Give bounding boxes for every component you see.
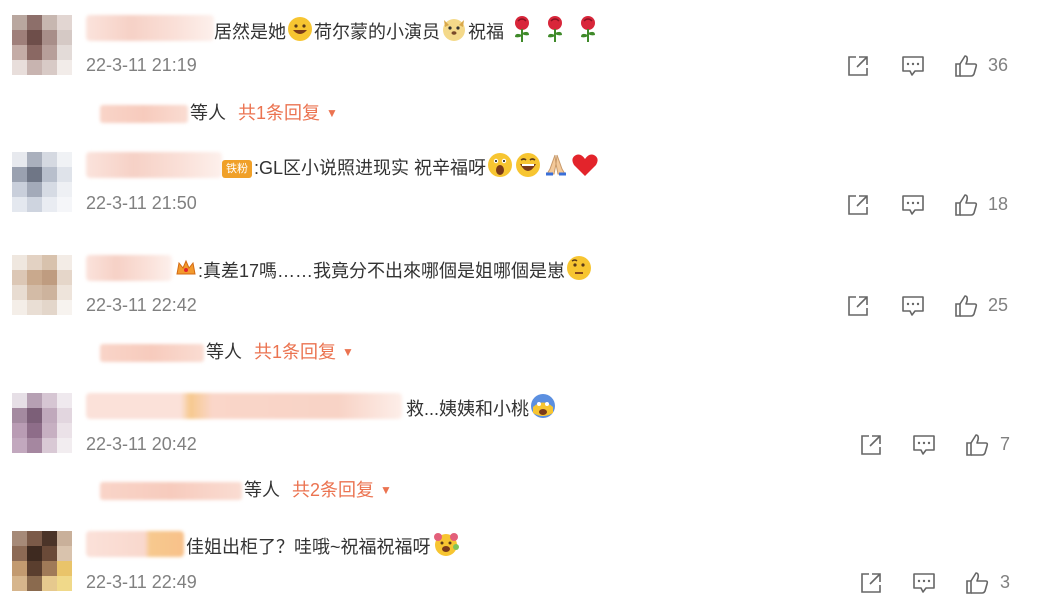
like-icon[interactable] xyxy=(953,192,979,218)
share-icon[interactable] xyxy=(845,53,871,79)
comment-icon[interactable] xyxy=(900,53,926,79)
reply-by-label: 等人 xyxy=(244,480,280,500)
share-icon[interactable] xyxy=(858,570,884,596)
avatar[interactable] xyxy=(12,393,72,453)
comment-icon[interactable] xyxy=(900,192,926,218)
scared-face-emoji xyxy=(530,393,556,427)
like-icon[interactable] xyxy=(953,53,979,79)
like-count: 25 xyxy=(988,295,1009,315)
like-icon[interactable] xyxy=(964,570,990,596)
heart-emoji xyxy=(571,152,599,186)
username[interactable] xyxy=(86,15,214,41)
flower-face-emoji xyxy=(432,531,460,565)
username[interactable] xyxy=(86,393,402,419)
comment-text: 铁粉:GL区小说照进现实 祝辛福呀 xyxy=(222,152,600,180)
reply-by-label: 等人 xyxy=(206,342,242,362)
share-icon[interactable] xyxy=(845,293,871,319)
like-count: 3 xyxy=(1000,572,1011,592)
avatar[interactable] xyxy=(12,15,72,75)
share-icon[interactable] xyxy=(845,192,871,218)
pray-hands-emoji xyxy=(543,152,569,186)
comment-text: 救...姨姨和小桃 xyxy=(406,393,557,421)
reply-count-label: 共1条回复 xyxy=(238,103,321,123)
username[interactable] xyxy=(86,255,172,281)
username[interactable] xyxy=(86,152,222,178)
comment-text-part: 佳姐出柜了？哇哦~祝福祝福呀 xyxy=(186,536,431,557)
reply-summary: 等人 共1条回复 ▼ xyxy=(100,339,354,365)
dropdown-arrow-icon: ▼ xyxy=(380,483,392,497)
shocked-face-emoji xyxy=(487,152,513,186)
reply-count-label: 共2条回复 xyxy=(292,480,375,500)
like-count: 18 xyxy=(988,194,1009,214)
timestamp: 22-3-11 20:42 xyxy=(86,434,197,454)
username[interactable] xyxy=(86,531,184,557)
timestamp: 22-3-11 22:49 xyxy=(86,572,197,592)
comment-icon[interactable] xyxy=(911,570,937,596)
think-face-emoji xyxy=(566,255,592,289)
fan-badge: 铁粉 xyxy=(222,160,252,178)
reply-usernames[interactable] xyxy=(100,105,188,124)
comment-text: :真差17嗎……我竟分不出來哪個是姐哪個是崽 xyxy=(174,255,593,283)
laugh-face-emoji xyxy=(515,152,541,186)
comment-text-part: :GL区小说照进现实 祝辛福呀 xyxy=(254,157,487,178)
grin-face-emoji xyxy=(287,16,313,50)
reply-summary: 等人 共2条回复 ▼ xyxy=(100,477,392,503)
like-icon[interactable] xyxy=(964,432,990,458)
comment-text-part: :真差17嗎……我竟分不出來哪個是姐哪個是崽 xyxy=(198,260,566,281)
rose-emoji xyxy=(543,15,567,51)
expand-replies-link[interactable]: 共1条回复 ▼ xyxy=(254,342,354,362)
like-count: 36 xyxy=(988,55,1009,75)
reply-count-label: 共1条回复 xyxy=(254,342,337,362)
dropdown-arrow-icon: ▼ xyxy=(342,345,354,359)
crown-emoji xyxy=(175,257,197,287)
timestamp: 22-3-11 21:50 xyxy=(86,193,197,213)
timestamp: 22-3-11 21:19 xyxy=(86,55,197,75)
like-icon[interactable] xyxy=(953,293,979,319)
comment-text-part: 救...姨姨和小桃 xyxy=(406,398,530,419)
expand-replies-link[interactable]: 共1条回复 ▼ xyxy=(238,103,338,123)
reply-usernames[interactable] xyxy=(100,344,204,363)
reply-by-label: 等人 xyxy=(190,103,226,123)
avatar[interactable] xyxy=(12,531,72,591)
reply-summary: 等人 共1条回复 ▼ xyxy=(100,100,338,126)
avatar[interactable] xyxy=(12,152,72,212)
reply-usernames[interactable] xyxy=(100,482,242,501)
rose-emoji xyxy=(576,15,600,51)
comment-text-part: 祝福 xyxy=(468,21,504,42)
comment-text: 佳姐出柜了？哇哦~祝福祝福呀 xyxy=(186,531,461,559)
dropdown-arrow-icon: ▼ xyxy=(326,106,338,120)
comment-text-part: 居然是她 xyxy=(214,21,286,42)
rose-emoji xyxy=(510,15,534,51)
timestamp: 22-3-11 22:42 xyxy=(86,295,197,315)
comment-text-part: 荷尔蒙的小演员 xyxy=(314,21,440,42)
comment-icon[interactable] xyxy=(911,432,937,458)
expand-replies-link[interactable]: 共2条回复 ▼ xyxy=(292,480,392,500)
comment-text: 居然是她 荷尔蒙的小演员 祝福 xyxy=(214,15,601,43)
comment-icon[interactable] xyxy=(900,293,926,319)
avatar[interactable] xyxy=(12,255,72,315)
like-count: 7 xyxy=(1000,434,1011,454)
dog-face-emoji xyxy=(441,16,467,50)
share-icon[interactable] xyxy=(858,432,884,458)
